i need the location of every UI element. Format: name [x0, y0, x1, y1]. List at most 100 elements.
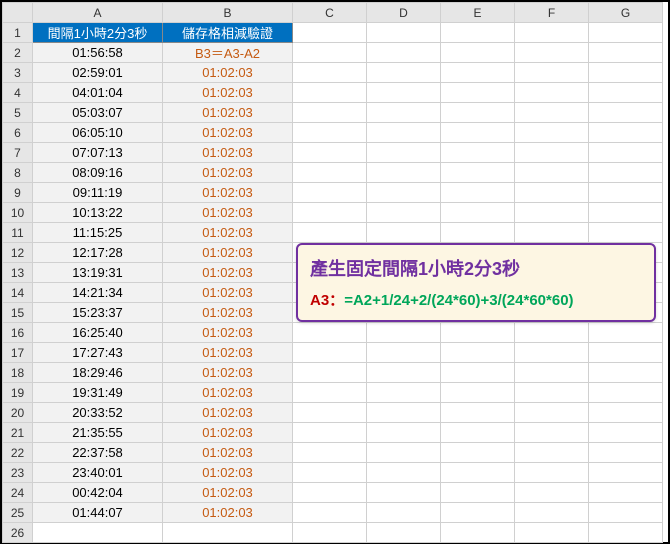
cell-col-a[interactable]: 10:13:22 — [33, 203, 163, 223]
cell[interactable] — [293, 403, 367, 423]
row-header[interactable]: 6 — [3, 123, 33, 143]
cell[interactable] — [293, 323, 367, 343]
cell[interactable] — [293, 483, 367, 503]
cell[interactable] — [293, 123, 367, 143]
cell[interactable] — [589, 163, 663, 183]
row-header[interactable]: 13 — [3, 263, 33, 283]
cell[interactable] — [589, 483, 663, 503]
cell[interactable] — [367, 23, 441, 43]
cell[interactable] — [367, 43, 441, 63]
cell[interactable] — [441, 323, 515, 343]
cell[interactable] — [293, 23, 367, 43]
cell-col-b[interactable]: 01:02:03 — [163, 283, 293, 303]
cell[interactable] — [589, 383, 663, 403]
cell-col-b[interactable]: 01:02:03 — [163, 243, 293, 263]
cell[interactable] — [589, 523, 663, 543]
cell-col-a[interactable]: 17:27:43 — [33, 343, 163, 363]
cell-col-a[interactable]: 11:15:25 — [33, 223, 163, 243]
cell[interactable] — [293, 363, 367, 383]
cell[interactable] — [515, 443, 589, 463]
cell[interactable] — [441, 383, 515, 403]
row-header[interactable]: 12 — [3, 243, 33, 263]
row-header[interactable]: 11 — [3, 223, 33, 243]
cell[interactable] — [441, 183, 515, 203]
cell[interactable] — [589, 203, 663, 223]
col-header-b[interactable]: B — [163, 3, 293, 23]
cell[interactable] — [367, 83, 441, 103]
cell[interactable] — [367, 363, 441, 383]
cell[interactable] — [367, 503, 441, 523]
cell[interactable] — [515, 463, 589, 483]
cell[interactable] — [293, 443, 367, 463]
cell[interactable] — [515, 343, 589, 363]
cell[interactable] — [441, 123, 515, 143]
cell-col-b[interactable]: 01:02:03 — [163, 323, 293, 343]
col-header-e[interactable]: E — [441, 3, 515, 23]
cell[interactable] — [293, 63, 367, 83]
cell[interactable] — [589, 343, 663, 363]
cell[interactable] — [367, 383, 441, 403]
row-header[interactable]: 16 — [3, 323, 33, 343]
cell[interactable] — [589, 223, 663, 243]
col-header-f[interactable]: F — [515, 3, 589, 23]
row-header[interactable]: 24 — [3, 483, 33, 503]
cell[interactable] — [293, 103, 367, 123]
col-header-a[interactable]: A — [33, 3, 163, 23]
cell[interactable] — [441, 423, 515, 443]
cell[interactable] — [589, 143, 663, 163]
col-header-g[interactable]: G — [589, 3, 663, 23]
cell[interactable] — [293, 463, 367, 483]
cell[interactable] — [515, 23, 589, 43]
cell-col-a[interactable]: 04:01:04 — [33, 83, 163, 103]
cell[interactable] — [441, 63, 515, 83]
cell[interactable] — [367, 223, 441, 243]
cell[interactable] — [515, 403, 589, 423]
cell[interactable] — [293, 503, 367, 523]
cell[interactable] — [441, 83, 515, 103]
cell[interactable] — [441, 223, 515, 243]
cell[interactable] — [515, 43, 589, 63]
row-header[interactable]: 4 — [3, 83, 33, 103]
cell[interactable] — [367, 523, 441, 543]
cell[interactable] — [515, 323, 589, 343]
cell[interactable] — [515, 523, 589, 543]
cell-col-a[interactable]: 00:42:04 — [33, 483, 163, 503]
cell[interactable] — [515, 363, 589, 383]
cell-col-a[interactable]: 05:03:07 — [33, 103, 163, 123]
cell-col-a[interactable]: 20:33:52 — [33, 403, 163, 423]
row-header[interactable]: 17 — [3, 343, 33, 363]
row-header[interactable]: 19 — [3, 383, 33, 403]
cell[interactable] — [367, 143, 441, 163]
cell-col-b[interactable]: 01:02:03 — [163, 463, 293, 483]
row-header[interactable]: 14 — [3, 283, 33, 303]
cell-col-b[interactable]: B3＝A3-A2 — [163, 43, 293, 63]
cell[interactable] — [515, 83, 589, 103]
row-header[interactable]: 23 — [3, 463, 33, 483]
cell[interactable] — [515, 223, 589, 243]
cell[interactable] — [589, 423, 663, 443]
cell-col-a[interactable]: 19:31:49 — [33, 383, 163, 403]
cell[interactable] — [293, 223, 367, 243]
cell[interactable] — [589, 123, 663, 143]
cell[interactable] — [293, 523, 367, 543]
cell[interactable] — [589, 183, 663, 203]
row-header[interactable]: 1 — [3, 23, 33, 43]
cell-col-a[interactable]: 01:56:58 — [33, 43, 163, 63]
cell[interactable] — [441, 503, 515, 523]
cell-col-a[interactable]: 01:44:07 — [33, 503, 163, 523]
cell[interactable] — [367, 443, 441, 463]
cell[interactable] — [441, 43, 515, 63]
cell-col-b[interactable]: 01:02:03 — [163, 343, 293, 363]
row-header[interactable]: 18 — [3, 363, 33, 383]
row-header[interactable]: 10 — [3, 203, 33, 223]
cell[interactable] — [293, 423, 367, 443]
cell[interactable] — [589, 463, 663, 483]
cell[interactable] — [441, 23, 515, 43]
row-header[interactable]: 9 — [3, 183, 33, 203]
row-header[interactable]: 3 — [3, 63, 33, 83]
cell-col-b[interactable]: 01:02:03 — [163, 423, 293, 443]
cell[interactable] — [589, 443, 663, 463]
header-cell-a1[interactable]: 間隔1小時2分3秒 — [33, 23, 163, 43]
cell[interactable] — [293, 183, 367, 203]
cell[interactable] — [367, 203, 441, 223]
